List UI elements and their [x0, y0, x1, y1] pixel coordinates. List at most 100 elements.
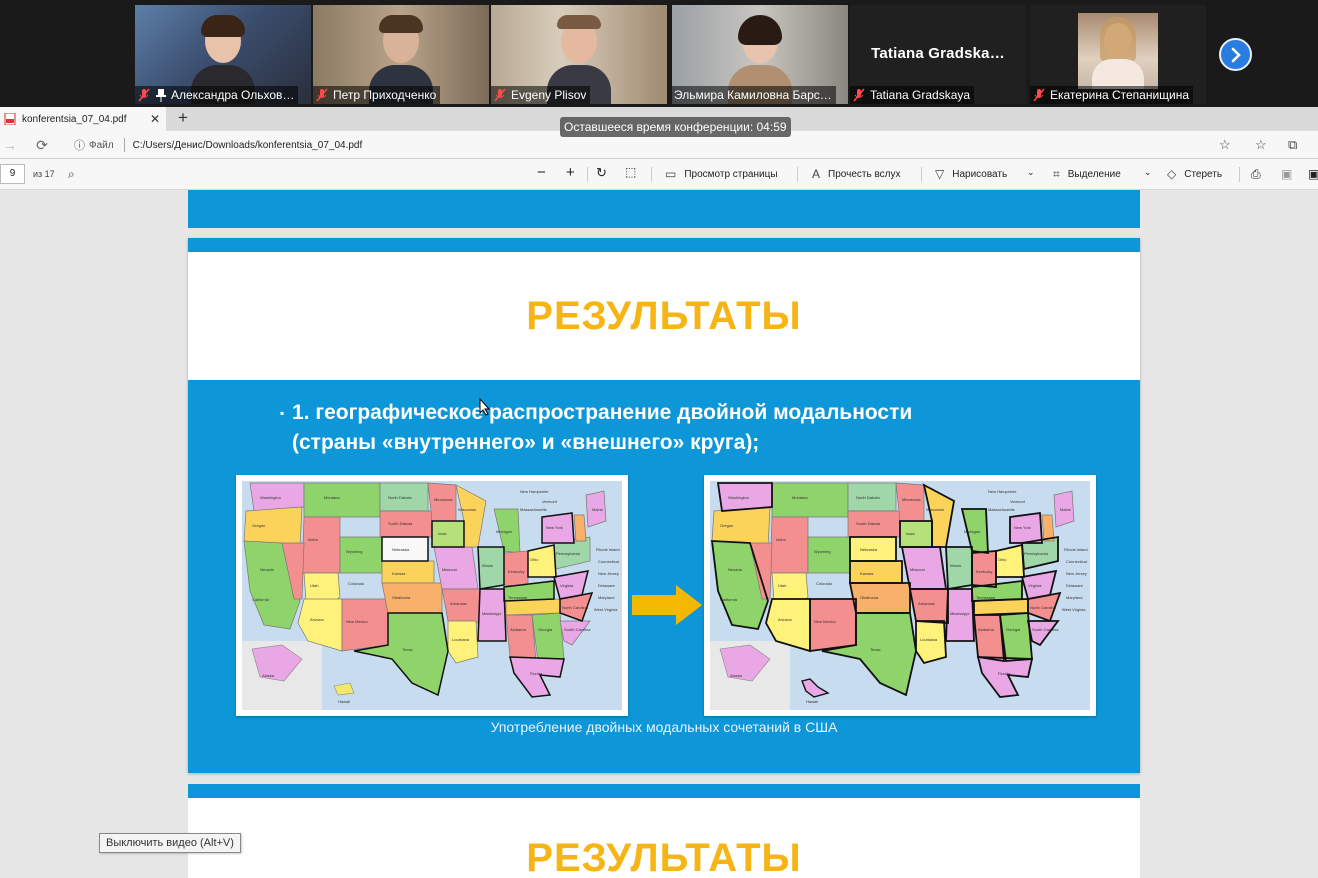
- fit-page-icon[interactable]: ⬚: [625, 165, 636, 179]
- zoom-out-button[interactable]: −: [537, 164, 546, 181]
- svg-text:Delaware: Delaware: [1066, 583, 1084, 588]
- svg-text:New Jersey: New Jersey: [1066, 571, 1087, 576]
- svg-text:Alaska: Alaska: [262, 673, 275, 678]
- mic-muted-icon: [494, 88, 506, 102]
- highlight-options-chevron-icon[interactable]: ⌄: [1144, 167, 1152, 178]
- svg-text:Arkansas: Arkansas: [450, 601, 467, 606]
- print-icon[interactable]: ⎙: [1251, 167, 1261, 182]
- read-aloud-icon: A: [812, 167, 821, 181]
- info-icon[interactable]: ⓘ: [74, 137, 85, 153]
- eraser-icon: ◇: [1167, 167, 1177, 181]
- page-view-button[interactable]: ▭ Просмотр страницы: [665, 167, 778, 181]
- participant-video: [1078, 13, 1158, 89]
- us-map-after: Washington Oregon Nevada California Idaho Mo…: [704, 475, 1096, 716]
- participant-name-bar: Эльмира Камиловна Барс…: [672, 86, 836, 104]
- erase-button[interactable]: ◇ Стереть: [1167, 167, 1222, 181]
- svg-text:Alabama: Alabama: [978, 627, 995, 632]
- svg-text:Tennessee: Tennessee: [508, 595, 528, 600]
- mic-muted-icon: [138, 88, 150, 102]
- participant-tile[interactable]: Александра Ольхов…: [135, 5, 311, 104]
- participant-tile[interactable]: Петр Приходченко: [313, 5, 489, 104]
- search-icon[interactable]: ⌕: [68, 167, 75, 182]
- svg-text:Virginia: Virginia: [1028, 583, 1042, 588]
- svg-text:Louisiana: Louisiana: [452, 637, 470, 642]
- favorites-icon[interactable]: ☆: [1255, 137, 1267, 153]
- svg-text:Arizona: Arizona: [310, 617, 324, 622]
- read-aloud-button[interactable]: A Прочесть вслух: [812, 167, 900, 181]
- svg-text:Iowa: Iowa: [906, 531, 915, 536]
- slide-bullet: ▪ 1. географическое распространение двой…: [280, 398, 1092, 458]
- svg-text:New Jersey: New Jersey: [598, 571, 619, 576]
- svg-text:Wisconsin: Wisconsin: [458, 507, 476, 512]
- url-box[interactable]: ⓘ Файл C:/Users/Денис/Downloads/konferen…: [64, 134, 1244, 156]
- pdf-page-slide: РЕЗУЛЬТАТЫ ▪ 1. географическое распростр…: [188, 238, 1140, 773]
- svg-text:New Mexico: New Mexico: [814, 619, 837, 624]
- participant-tile-no-video[interactable]: Tatiana Gradska… Tatiana Gradskaya: [850, 5, 1026, 104]
- participant-tile[interactable]: Екатерина Степанищина: [1030, 5, 1206, 104]
- highlight-button[interactable]: ⌗ Выделение: [1053, 167, 1121, 182]
- svg-text:Colorado: Colorado: [816, 581, 833, 586]
- participant-name: Екатерина Степанищина: [1050, 88, 1190, 102]
- participant-name: Петр Приходченко: [333, 88, 437, 102]
- highlighter-icon: ⌗: [1053, 167, 1060, 181]
- participant-name-bar: Tatiana Gradskaya: [850, 86, 975, 104]
- svg-text:Kentucky: Kentucky: [508, 569, 524, 574]
- close-tab-icon[interactable]: ✕: [148, 112, 162, 126]
- save-icon[interactable]: ▣: [1281, 167, 1292, 181]
- svg-text:Missouri: Missouri: [910, 567, 925, 572]
- collections-icon[interactable]: ⧉: [1288, 137, 1297, 153]
- svg-text:New York: New York: [546, 525, 563, 530]
- svg-text:Montana: Montana: [792, 495, 808, 500]
- svg-text:Louisiana: Louisiana: [920, 637, 938, 642]
- svg-text:North Carolina: North Carolina: [562, 605, 589, 610]
- svg-text:Nevada: Nevada: [260, 567, 275, 572]
- svg-text:Mississippi: Mississippi: [482, 611, 501, 616]
- svg-text:Connecticut: Connecticut: [1066, 559, 1088, 564]
- svg-text:Illinois: Illinois: [950, 563, 961, 568]
- divider: [921, 167, 922, 182]
- svg-text:Maine: Maine: [1060, 507, 1072, 512]
- svg-text:Utah: Utah: [310, 583, 318, 588]
- svg-text:Maryland: Maryland: [598, 595, 614, 600]
- save-as-icon[interactable]: ▣: [1308, 167, 1318, 181]
- svg-text:Pennsylvania: Pennsylvania: [556, 551, 581, 556]
- participant-name-bar: Петр Приходченко: [313, 86, 441, 104]
- mouse-cursor-icon: [479, 398, 491, 416]
- video-off-tooltip: Выключить видео (Alt+V): [99, 833, 241, 853]
- draw-options-chevron-icon[interactable]: ⌄: [1027, 167, 1035, 178]
- zoom-in-button[interactable]: +: [566, 164, 575, 181]
- refresh-icon[interactable]: ⟳: [32, 135, 52, 155]
- svg-text:Wyoming: Wyoming: [814, 549, 831, 554]
- mic-muted-icon: [316, 88, 328, 102]
- divider: [797, 167, 798, 182]
- draw-button[interactable]: ▽ Нарисовать: [935, 167, 1007, 181]
- svg-text:Nebraska: Nebraska: [860, 547, 878, 552]
- url-text: C:/Users/Денис/Downloads/konferentsia_07…: [132, 139, 363, 151]
- add-favorite-icon[interactable]: ☆: [1219, 137, 1231, 153]
- new-tab-button[interactable]: +: [174, 108, 192, 128]
- participant-tile[interactable]: Эльмира Камиловна Барс…: [672, 5, 848, 104]
- page-number-input[interactable]: 9: [0, 164, 25, 184]
- pdf-viewer[interactable]: РЕЗУЛЬТАТЫ ▪ 1. географическое распростр…: [0, 190, 1318, 878]
- svg-text:New York: New York: [1014, 525, 1031, 530]
- svg-text:Nebraska: Nebraska: [392, 547, 410, 552]
- back-arrow-icon[interactable]: →: [0, 135, 20, 155]
- svg-text:Tennessee: Tennessee: [976, 595, 996, 600]
- svg-text:Iowa: Iowa: [438, 531, 447, 536]
- divider: [1239, 167, 1240, 182]
- rotate-icon[interactable]: ↻: [596, 165, 607, 181]
- arrow-right-icon: [632, 585, 702, 625]
- svg-text:Washington: Washington: [728, 495, 749, 500]
- svg-text:South Dakota: South Dakota: [856, 521, 881, 526]
- browser-tab[interactable]: konferentsia_07_04.pdf ✕: [0, 107, 166, 131]
- divider: [587, 167, 588, 182]
- svg-text:Arizona: Arizona: [778, 617, 792, 622]
- participant-name: Tatiana Gradskaya: [870, 88, 971, 102]
- svg-text:Minnesota: Minnesota: [902, 497, 921, 502]
- participant-tile-active-speaker[interactable]: Evgeny Plisov: [491, 5, 667, 104]
- next-participants-button[interactable]: [1219, 38, 1252, 71]
- svg-text:Missouri: Missouri: [442, 567, 457, 572]
- svg-text:Mississippi: Mississippi: [950, 611, 969, 616]
- svg-text:Idaho: Idaho: [776, 537, 787, 542]
- page-total: из 17: [33, 169, 55, 179]
